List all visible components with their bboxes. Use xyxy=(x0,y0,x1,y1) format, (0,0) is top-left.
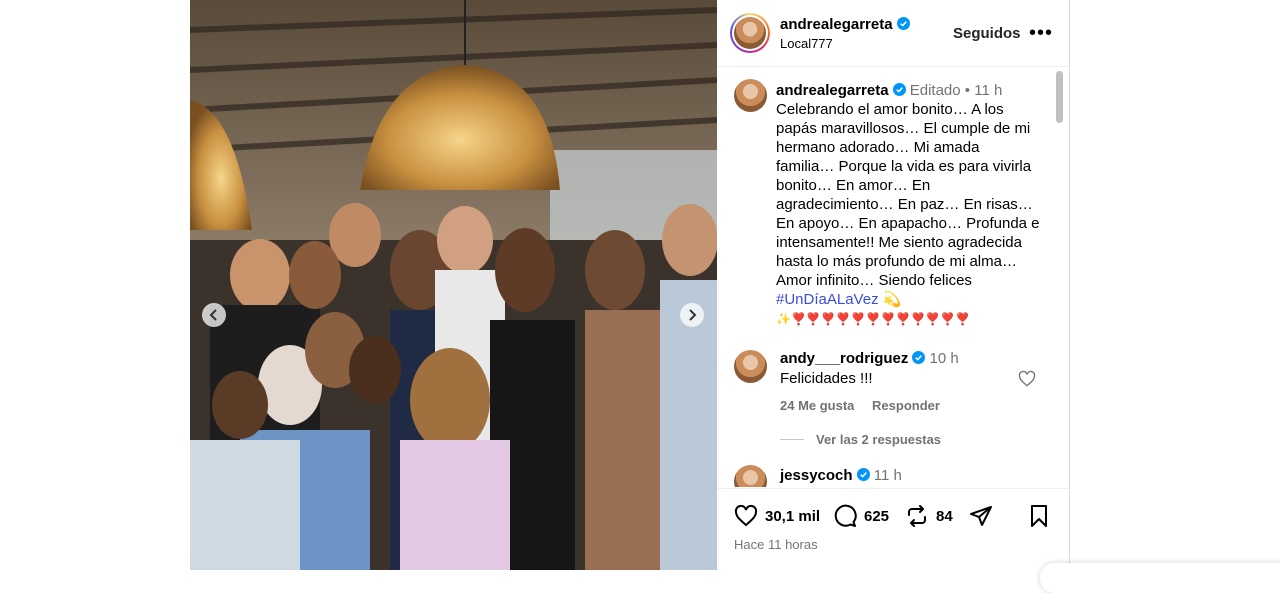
next-photo-button[interactable] xyxy=(680,303,704,327)
comment-action: 625 xyxy=(833,503,889,529)
comments-scrollbar[interactable] xyxy=(1054,67,1064,487)
comments-list[interactable]: andrealegarreta Editado • 11 h Celebrand… xyxy=(717,67,1069,487)
post-timestamp[interactable]: Hace 11 horas xyxy=(734,537,818,552)
share-action xyxy=(969,503,1000,529)
chevron-left-icon xyxy=(209,309,217,321)
post-header: andrealegarreta Local777 Seguidos ••• xyxy=(717,0,1069,67)
more-options-icon[interactable]: ••• xyxy=(1029,22,1053,45)
caption-emojis: ✨❣️❣️❣️❣️❣️❣️❣️❣️❣️❣️❣️❣️ xyxy=(776,312,971,326)
following-button[interactable]: Seguidos xyxy=(953,25,1021,42)
comments-count[interactable]: 625 xyxy=(864,508,889,525)
verified-icon xyxy=(856,468,870,481)
comment-time[interactable]: 10 h xyxy=(930,350,959,367)
repost-icon[interactable] xyxy=(905,504,929,528)
heart-icon[interactable] xyxy=(734,504,758,528)
caption-separator: • xyxy=(964,82,971,99)
caption-hashtag[interactable]: #UnDíaALaVez xyxy=(776,291,879,308)
replies-divider xyxy=(780,439,804,440)
author-avatar[interactable] xyxy=(730,13,770,53)
hashtag-emoji: 💫 xyxy=(882,291,902,308)
previous-photo-button[interactable] xyxy=(202,303,226,327)
verified-icon xyxy=(912,351,926,364)
author-username-row: andrealegarreta xyxy=(780,16,910,33)
comment-text: Felicidades !!! xyxy=(780,370,873,387)
verified-icon xyxy=(896,17,910,30)
action-bar: 30,1 mil 625 84 Hace 11 horas xyxy=(717,488,1069,571)
comment-username[interactable]: andy___rodriguez xyxy=(780,350,908,367)
comment-avatar[interactable] xyxy=(734,350,767,383)
scrollbar-thumb[interactable] xyxy=(1056,71,1063,123)
comment-header: jessycoch 11 h xyxy=(780,467,902,484)
reply-button[interactable]: Responder xyxy=(872,398,940,413)
comment-avatar[interactable] xyxy=(734,465,767,487)
chevron-right-icon xyxy=(689,309,697,321)
likes-count[interactable]: 30,1 mil xyxy=(765,508,820,525)
caption-time[interactable]: 11 h xyxy=(974,82,1002,99)
comment-header: andy___rodriguez 10 h xyxy=(780,350,959,367)
caption-avatar[interactable] xyxy=(734,79,767,112)
share-icon[interactable] xyxy=(969,504,993,528)
caption-text: Celebrando el amor bonito… A los papás m… xyxy=(776,101,1040,289)
like-action: 30,1 mil xyxy=(734,503,820,529)
floating-card xyxy=(1040,563,1280,593)
family-photo-image xyxy=(190,0,717,570)
post-side-panel: andrealegarreta Local777 Seguidos ••• an… xyxy=(717,0,1070,570)
bookmark-icon[interactable] xyxy=(1027,504,1051,528)
reposts-count[interactable]: 84 xyxy=(936,508,953,525)
verified-icon xyxy=(892,83,906,96)
post-location[interactable]: Local777 xyxy=(780,36,833,51)
caption-username[interactable]: andrealegarreta xyxy=(776,82,889,99)
author-username[interactable]: andrealegarreta xyxy=(780,16,893,33)
comment-time[interactable]: 11 h xyxy=(874,467,902,484)
edited-label: Editado xyxy=(909,82,961,99)
comment-likes[interactable]: 24 Me gusta xyxy=(780,398,854,413)
save-action xyxy=(1027,503,1058,529)
caption: andrealegarreta Editado • 11 h Celebrand… xyxy=(776,81,1041,329)
like-comment-heart-icon[interactable] xyxy=(1018,370,1036,388)
repost-action: 84 xyxy=(905,503,953,529)
comment-meta: 24 Me gusta Responder xyxy=(780,398,940,413)
post-photo[interactable] xyxy=(190,0,717,570)
comment-username[interactable]: jessycoch xyxy=(780,467,853,484)
comment-icon[interactable] xyxy=(833,504,857,528)
view-replies-button[interactable]: Ver las 2 respuestas xyxy=(816,432,941,447)
